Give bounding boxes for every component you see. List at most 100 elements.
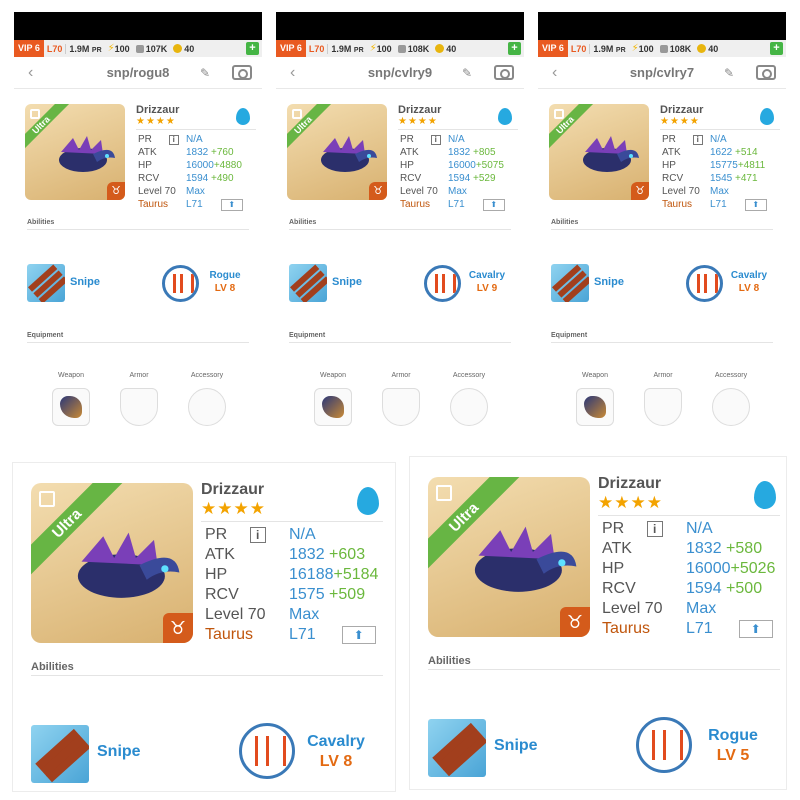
weapon-slot[interactable] — [52, 388, 90, 426]
hp-label: HP — [400, 160, 414, 171]
rank-value: L71 ⬆ — [186, 199, 254, 211]
energy-stat: ⚡ 100 — [369, 43, 392, 54]
weapon-label: Weapon — [320, 372, 346, 379]
nav-bar: ‹ snp/cvlry9 ✎ — [276, 57, 524, 89]
info-button[interactable]: i — [249, 527, 266, 543]
level-up-button[interactable]: ⬆ — [482, 199, 505, 211]
water-drop-icon — [498, 108, 512, 125]
armor-slot[interactable] — [382, 388, 420, 426]
monster-name: Drizzaur — [201, 481, 265, 498]
info-button[interactable]: i — [168, 135, 179, 145]
monster-screen: VIP 6 L70 1.9M PR ⚡ 100 108K 40 + ‹ snp/c… — [538, 12, 786, 440]
sign-label: Taurus — [662, 199, 693, 210]
coin-icon — [697, 44, 707, 53]
pencil-icon[interactable]: ✎ — [200, 66, 210, 80]
vip-badge[interactable]: VIP 6 — [538, 40, 568, 57]
claw-weapon-icon — [584, 396, 606, 418]
abilities-heading: Abilities — [428, 655, 471, 667]
level-value: Max — [289, 606, 320, 623]
armor-slot[interactable] — [120, 388, 158, 426]
class-icon[interactable] — [636, 717, 692, 773]
snipe-skill-icon[interactable] — [289, 264, 327, 302]
divider — [551, 229, 773, 230]
creature-image — [315, 134, 379, 176]
class-name: Cavalry — [307, 733, 365, 750]
info-button[interactable]: i — [646, 521, 663, 537]
class-icon[interactable] — [424, 265, 461, 302]
snipe-skill-icon[interactable] — [551, 264, 589, 302]
monster-portrait[interactable]: Ultra ♉ — [31, 483, 193, 643]
monster-portrait[interactable]: Ultra ♉ — [25, 104, 125, 200]
camera-icon[interactable] — [494, 65, 514, 80]
add-gold-button[interactable]: + — [508, 42, 521, 55]
snipe-skill-icon[interactable] — [428, 719, 486, 777]
accessory-slot[interactable] — [712, 388, 750, 426]
camera-icon[interactable] — [756, 65, 776, 80]
snipe-skill-icon[interactable] — [27, 264, 65, 302]
rank-value: L71 ⬆ — [448, 199, 516, 211]
atk-label: ATK — [602, 540, 632, 557]
creature-image — [577, 134, 641, 176]
level-label: Level 70 — [138, 186, 176, 197]
armor-slot[interactable] — [644, 388, 682, 426]
taurus-icon: ♉ — [369, 182, 387, 200]
monster-portrait[interactable]: Ultra ♉ — [287, 104, 387, 200]
equipment-heading: Equipment — [27, 332, 64, 339]
back-chevron-icon[interactable]: ‹ — [290, 64, 295, 82]
resource-stat: 108K — [657, 44, 695, 54]
back-chevron-icon[interactable]: ‹ — [28, 64, 33, 82]
vip-badge[interactable]: VIP 6 — [14, 40, 44, 57]
weapon-slot[interactable] — [314, 388, 352, 426]
hp-value: 16188+5184 — [289, 566, 379, 583]
pencil-icon[interactable]: ✎ — [462, 66, 472, 80]
hp-value: 16000+5075 — [448, 160, 504, 171]
taurus-icon: ♉ — [560, 607, 590, 637]
monster-portrait[interactable]: Ultra ♉ — [428, 477, 590, 637]
add-gold-button[interactable]: + — [770, 42, 783, 55]
pr-value: N/A — [186, 134, 203, 145]
level-up-button[interactable]: ⬆ — [738, 620, 773, 638]
class-icon[interactable] — [162, 265, 199, 302]
level-label: Level 70 — [602, 600, 663, 617]
rcv-value: 1594 +500 — [686, 580, 763, 597]
top-bar — [538, 12, 786, 40]
skill-name[interactable]: Snipe — [97, 743, 141, 761]
vip-badge[interactable]: VIP 6 — [276, 40, 306, 57]
class-icon[interactable] — [686, 265, 723, 302]
info-button[interactable]: i — [692, 135, 703, 145]
class-level: LV 8 — [214, 283, 236, 294]
stats-table: PR i N/A ATK 1832 +760 HP 16000+4880 RCV… — [138, 134, 254, 211]
monster-screen: VIP 6 L70 1.9M PR ⚡ 100 108K 40 + ‹ snp/c… — [276, 12, 524, 440]
stone-icon — [135, 44, 144, 53]
accessory-slot[interactable] — [450, 388, 488, 426]
level-up-button[interactable]: ⬆ — [341, 626, 376, 644]
page-title: snp/rogu8 — [106, 65, 170, 80]
accessory-label: Accessory — [714, 372, 748, 379]
weapon-slot[interactable] — [576, 388, 614, 426]
book-icon — [30, 109, 40, 119]
pr-value: N/A — [448, 134, 465, 145]
book-icon — [39, 491, 55, 507]
pr-label: PR i — [662, 134, 710, 146]
snipe-skill-icon[interactable] — [31, 725, 89, 783]
skill-name[interactable]: Snipe — [594, 276, 624, 288]
pencil-icon[interactable]: ✎ — [724, 66, 734, 80]
monster-portrait[interactable]: Ultra ♉ — [549, 104, 649, 200]
accessory-slot[interactable] — [188, 388, 226, 426]
skill-name[interactable]: Snipe — [70, 276, 100, 288]
gold-stat: 40 — [432, 44, 459, 54]
level-up-button[interactable]: ⬆ — [220, 199, 243, 211]
skill-name[interactable]: Snipe — [494, 737, 538, 755]
camera-icon[interactable] — [232, 65, 252, 80]
player-level: L70 — [568, 43, 591, 54]
pr-value: N/A — [710, 134, 727, 145]
back-chevron-icon[interactable]: ‹ — [552, 64, 557, 82]
hp-value: 16000+4880 — [186, 160, 242, 171]
class-icon[interactable] — [239, 723, 295, 779]
info-button[interactable]: i — [430, 135, 441, 145]
status-bar: VIP 6 L70 1.9M PR ⚡ 100 108K 40 + — [538, 40, 786, 57]
skill-name[interactable]: Snipe — [332, 276, 362, 288]
water-drop-icon — [754, 481, 776, 509]
level-up-button[interactable]: ⬆ — [744, 199, 767, 211]
add-gold-button[interactable]: + — [246, 42, 259, 55]
